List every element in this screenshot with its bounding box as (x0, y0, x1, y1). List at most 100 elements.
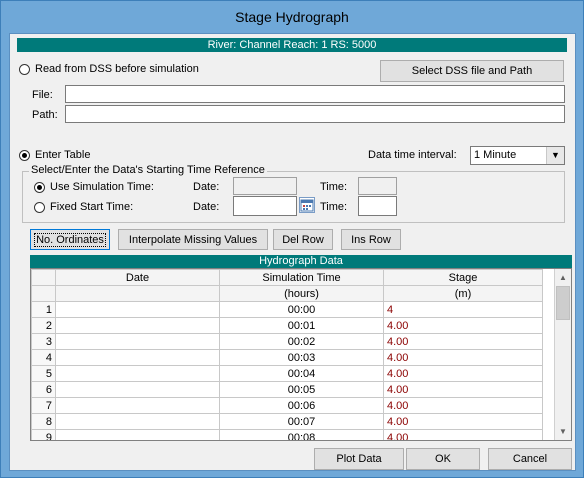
table-row[interactable]: 1 00:00 4 (31, 301, 543, 318)
table-row[interactable]: 3 00:02 4.00 (31, 333, 543, 350)
sim-date-input (233, 177, 297, 195)
sim-time-cell: 00:02 (219, 333, 384, 350)
table-row[interactable]: 2 00:01 4.00 (31, 317, 543, 334)
use-simulation-time-label: Use Simulation Time: (50, 181, 154, 193)
fixed-date-input[interactable] (233, 196, 297, 216)
row-number: 7 (31, 397, 56, 414)
data-interval-value: 1 Minute (474, 149, 517, 161)
data-interval-select[interactable]: 1 Minute ▼ (470, 146, 565, 165)
ins-row-button[interactable]: Ins Row (341, 229, 401, 250)
use-simulation-time-radio[interactable] (34, 182, 45, 193)
dialog-body: River: Channel Reach: 1 RS: 5000 Read fr… (9, 33, 576, 471)
sim-time-cell: 00:01 (219, 317, 384, 334)
stage-cell[interactable]: 4.00 (383, 365, 543, 382)
fixed-time-input[interactable] (358, 196, 397, 216)
cancel-button[interactable]: Cancel (488, 448, 572, 470)
del-row-button[interactable]: Del Row (273, 229, 333, 250)
stage-cell[interactable]: 4.00 (383, 381, 543, 398)
sim-time-cell: 00:06 (219, 397, 384, 414)
sim-time-cell: 00:00 (219, 301, 384, 318)
units-stage: (m) (383, 285, 543, 302)
row-number: 8 (31, 413, 56, 430)
row-number: 2 (31, 317, 56, 334)
stage-cell[interactable]: 4.00 (383, 397, 543, 414)
sim-time-cell: 00:07 (219, 413, 384, 430)
table-row[interactable]: 7 00:06 4.00 (31, 397, 543, 414)
hydrograph-data-title: Hydrograph Data (30, 255, 572, 268)
stage-cell[interactable]: 4 (383, 301, 543, 318)
units-row: (hours) (m) (31, 285, 543, 302)
header-row: Date Simulation Time Stage (31, 269, 543, 286)
row-number: 9 (31, 429, 56, 440)
date-cell[interactable] (55, 429, 220, 440)
enter-table-label: Enter Table (35, 149, 91, 161)
window-title: Stage Hydrograph (235, 9, 349, 25)
date-cell[interactable] (55, 301, 220, 318)
fixed-start-time-label: Fixed Start Time: (50, 201, 134, 213)
row-number: 1 (31, 301, 56, 318)
date-cell[interactable] (55, 349, 220, 366)
grid-scrollbar[interactable]: ▲ ▼ (554, 269, 571, 440)
enter-table-radio[interactable] (19, 150, 30, 161)
location-bar: River: Channel Reach: 1 RS: 5000 (17, 38, 567, 52)
stage-cell[interactable]: 4.00 (383, 333, 543, 350)
scroll-thumb[interactable] (556, 286, 570, 320)
time-reference-legend: Select/Enter the Data's Starting Time Re… (29, 164, 267, 177)
table-row[interactable]: 5 00:04 4.00 (31, 365, 543, 382)
date-cell[interactable] (55, 381, 220, 398)
table-row[interactable]: 4 00:03 4.00 (31, 349, 543, 366)
units-date (55, 285, 220, 302)
sim-time-cell: 00:03 (219, 349, 384, 366)
table-row[interactable]: 6 00:05 4.00 (31, 381, 543, 398)
fixed-start-time-radio[interactable] (34, 202, 45, 213)
sim-time-cell: 00:08 (219, 429, 384, 440)
hydrograph-grid[interactable]: Date Simulation Time Stage (hours) (m) 1 (30, 268, 572, 441)
interpolate-button[interactable]: Interpolate Missing Values (118, 229, 268, 250)
sim-time-cell: 00:05 (219, 381, 384, 398)
header-rownum (31, 269, 56, 286)
scroll-up-icon[interactable]: ▲ (555, 269, 571, 286)
units-sim-time: (hours) (219, 285, 384, 302)
plot-data-button[interactable]: Plot Data (314, 448, 404, 470)
sim-time-input (358, 177, 397, 195)
date-cell[interactable] (55, 397, 220, 414)
data-interval-label: Data time interval: (368, 149, 457, 161)
date-cell[interactable] (55, 413, 220, 430)
fixed-date-label: Date: (193, 201, 220, 213)
hydrograph-table: Date Simulation Time Stage (hours) (m) 1 (31, 269, 543, 440)
select-dss-button[interactable]: Select DSS file and Path (380, 60, 564, 82)
ok-button[interactable]: OK (406, 448, 480, 470)
calendar-icon[interactable] (299, 197, 315, 213)
header-stage: Stage (383, 269, 543, 286)
row-number: 5 (31, 365, 56, 382)
path-label: Path: (32, 109, 58, 121)
header-sim-time: Simulation Time (219, 269, 384, 286)
read-from-dss-radio[interactable] (19, 64, 30, 75)
file-label: File: (32, 89, 53, 101)
row-number: 6 (31, 381, 56, 398)
header-date: Date (55, 269, 220, 286)
scroll-down-icon[interactable]: ▼ (555, 423, 571, 440)
date-cell[interactable] (55, 317, 220, 334)
date-cell[interactable] (55, 333, 220, 350)
sim-time-cell: 00:04 (219, 365, 384, 382)
table-row[interactable]: 8 00:07 4.00 (31, 413, 543, 430)
chevron-down-icon[interactable]: ▼ (546, 147, 564, 164)
stage-cell[interactable]: 4.00 (383, 317, 543, 334)
no-ordinates-label: No. Ordinates (34, 232, 106, 247)
date-cell[interactable] (55, 365, 220, 382)
row-number: 4 (31, 349, 56, 366)
fixed-time-label: Time: (320, 201, 348, 213)
row-number: 3 (31, 333, 56, 350)
table-row[interactable]: 9 00:08 4.00 (31, 429, 543, 440)
file-input[interactable] (65, 85, 565, 103)
stage-cell[interactable]: 4.00 (383, 349, 543, 366)
path-input[interactable] (65, 105, 565, 123)
no-ordinates-button[interactable]: No. Ordinates (30, 229, 110, 250)
stage-hydrograph-window: Stage Hydrograph River: Channel Reach: 1… (0, 0, 584, 478)
read-from-dss-label: Read from DSS before simulation (35, 63, 199, 75)
stage-cell[interactable]: 4.00 (383, 429, 543, 440)
sim-date-label: Date: (193, 181, 220, 193)
sim-time-label: Time: (320, 181, 348, 193)
stage-cell[interactable]: 4.00 (383, 413, 543, 430)
